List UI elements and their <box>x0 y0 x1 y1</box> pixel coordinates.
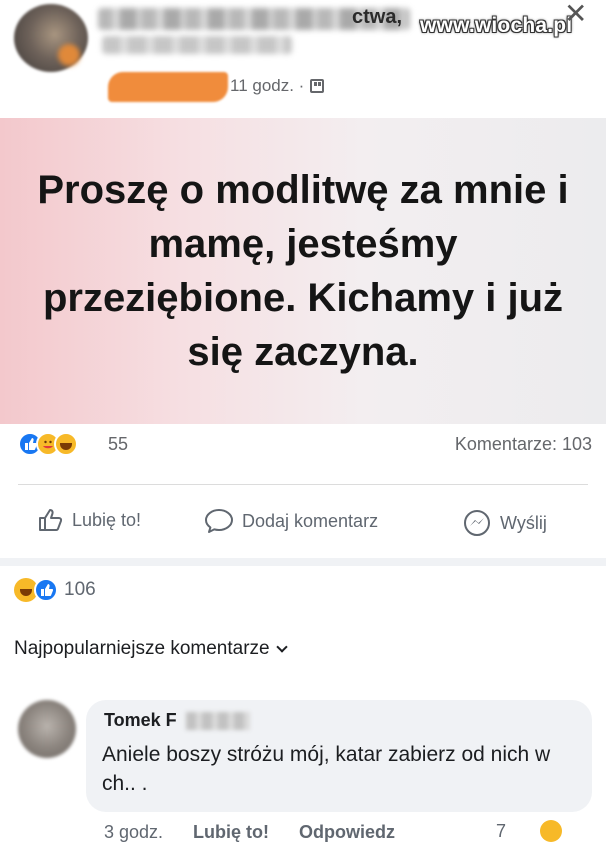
like-icon <box>34 578 58 602</box>
post-actions: Lubię to! Dodaj komentarz Wyślij <box>0 508 606 544</box>
comment-sort-dropdown[interactable]: Najpopularniejsze komentarze <box>14 638 288 660</box>
comment-reaction-count: 7 <box>495 820 506 841</box>
haha-icon <box>54 432 78 456</box>
section-separator <box>0 558 606 566</box>
watermark: www.wiocha.pl <box>420 14 573 37</box>
post-header: ctwa, www.wiocha.pl ✕ 11 godz. · <box>0 0 606 112</box>
commenter-avatar[interactable] <box>18 700 76 758</box>
comment-author[interactable]: Tomek F <box>104 710 177 731</box>
send-button-label: Wyślij <box>500 512 547 533</box>
post-text: Proszę o modlitwę za mnie i mamę, jesteś… <box>37 168 569 374</box>
comment-button-label: Dodaj komentarz <box>242 510 379 531</box>
divider <box>18 484 588 485</box>
comment-time[interactable]: 3 godz. <box>104 822 163 843</box>
post-timestamp[interactable]: 11 godz. · <box>230 76 325 96</box>
reaction-icons <box>18 432 78 456</box>
post-time-label: 11 godz. · <box>230 76 305 95</box>
comment-meta: 3 godz. Lubię to! Odpowiedz 7 <box>104 820 598 843</box>
friends-icon <box>310 79 325 93</box>
comments-reactions-summary[interactable]: 106 <box>14 578 96 602</box>
chevron-down-icon <box>275 641 288 653</box>
like-button-label: Lubię to! <box>72 509 142 530</box>
comment-bubble: Tomek F Aniele boszy stróżu mój, katar z… <box>86 700 592 812</box>
author-subtitle-blurred <box>102 36 292 54</box>
comment-icon <box>205 509 233 533</box>
comments-reaction-count: 106 <box>64 579 96 600</box>
redaction-mark <box>108 72 228 102</box>
comment-reactions[interactable]: 7 <box>496 820 592 842</box>
like-button[interactable]: Lubię to! <box>38 508 141 532</box>
comment-button[interactable]: Dodaj komentarz <box>204 508 378 534</box>
close-icon[interactable]: ✕ <box>564 0 587 28</box>
comment-like-button[interactable]: Lubię to! <box>193 822 269 843</box>
author-name-tail[interactable]: ctwa, <box>352 6 402 29</box>
author-avatar[interactable] <box>14 4 88 72</box>
reactions-summary[interactable]: 55 Komentarze: 103 <box>18 430 592 462</box>
send-button[interactable]: Wyślij <box>462 508 547 538</box>
comments-count-link[interactable]: Komentarze: 103 <box>455 434 592 455</box>
sort-label: Najpopularniejsze komentarze <box>14 638 270 659</box>
author-surname-blurred <box>186 712 250 730</box>
comment-text: Aniele boszy stróżu mój, katar zabierz o… <box>102 743 551 795</box>
reaction-count[interactable]: 55 <box>108 434 128 455</box>
messenger-icon <box>464 510 490 536</box>
comment-reply-button[interactable]: Odpowiedz <box>299 822 395 843</box>
thumbs-up-icon <box>39 509 63 531</box>
haha-icon <box>540 820 562 842</box>
post-text-card[interactable]: Proszę o modlitwę za mnie i mamę, jesteś… <box>0 118 606 424</box>
